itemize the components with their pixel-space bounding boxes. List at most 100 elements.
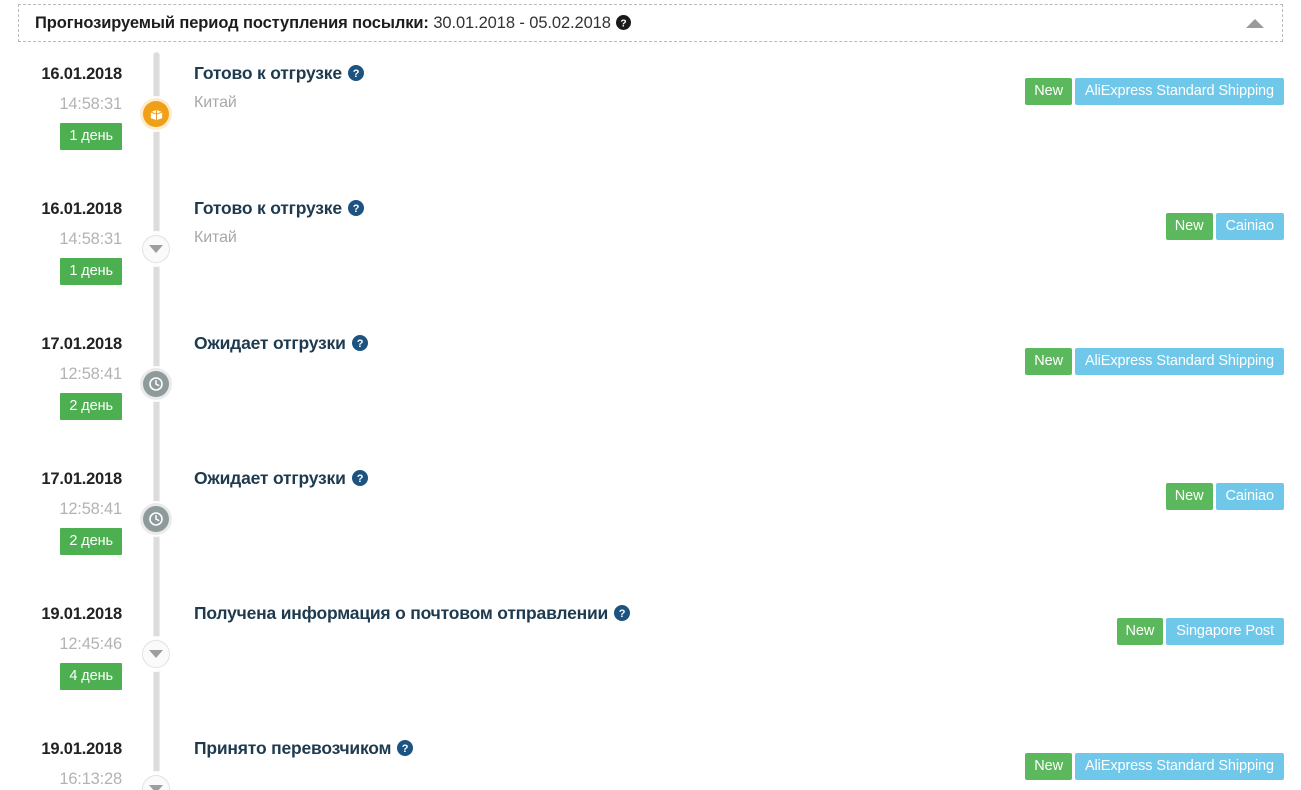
event-date: 16.01.2018 <box>41 200 122 218</box>
day-badge: 1 день <box>60 258 122 285</box>
event-status-column: Ожидает отгрузки? <box>194 467 368 498</box>
new-badge: New <box>1025 78 1072 105</box>
event-status-column: Получена информация о почтовом отправлен… <box>194 602 631 633</box>
svg-text:?: ? <box>619 608 626 620</box>
event-date-column: 16.01.2018 14:58:31 1 день <box>0 64 122 150</box>
event-tags: New AliExpress Standard Shipping <box>1025 78 1284 105</box>
tracking-timeline-page: Прогнозируемый период поступления посылк… <box>0 0 1301 790</box>
event-time: 12:58:41 <box>59 365 122 383</box>
event-tags: New Cainiao <box>1165 483 1284 510</box>
forecast-period-bar: Прогнозируемый период поступления посылк… <box>18 4 1283 42</box>
event-status-column: Готово к отгрузке? Китай <box>194 197 364 248</box>
timeline-node[interactable] <box>136 769 176 790</box>
help-circle-icon[interactable]: ? <box>347 199 364 216</box>
event-status-column: Принято перевозчиком? <box>194 737 414 759</box>
event-tags: New Cainiao <box>1165 213 1284 240</box>
day-badge: 4 день <box>60 663 122 690</box>
forecast-period-label: Прогнозируемый период поступления посылк… <box>35 13 429 32</box>
caret-down-icon <box>143 236 169 262</box>
timeline-row: 17.01.2018 12:58:41 2 день Ожидает отгру… <box>0 332 1301 469</box>
clock-icon <box>143 371 169 397</box>
clock-icon <box>143 506 169 532</box>
forecast-period-text: Прогнозируемый период поступления посылк… <box>35 14 631 33</box>
event-status: Ожидает отгрузки? <box>194 467 368 489</box>
caret-up-icon <box>1246 18 1264 28</box>
event-status: Ожидает отгрузки? <box>194 332 368 354</box>
day-badge: 1 день <box>60 123 122 150</box>
event-date-column: 19.01.2018 12:45:46 4 день <box>0 604 122 690</box>
new-badge: New <box>1025 348 1072 375</box>
event-date-column: 17.01.2018 12:58:41 2 день <box>0 334 122 420</box>
day-badge-wrap: 4 день <box>0 663 122 690</box>
event-status: Получена информация о почтовом отправлен… <box>194 602 631 624</box>
event-time: 14:58:31 <box>59 230 122 248</box>
event-time: 12:58:41 <box>59 500 122 518</box>
svg-text:?: ? <box>620 18 626 29</box>
timeline-node <box>136 499 176 539</box>
carrier-badge[interactable]: AliExpress Standard Shipping <box>1074 78 1284 105</box>
event-date: 19.01.2018 <box>41 740 122 758</box>
svg-text:?: ? <box>402 743 409 755</box>
new-badge: New <box>1165 483 1213 510</box>
day-badge-wrap: 1 день <box>0 258 122 285</box>
event-date-column: 16.01.2018 14:58:31 1 день <box>0 199 122 285</box>
timeline-node[interactable] <box>136 634 176 674</box>
event-time: 12:45:46 <box>59 635 122 653</box>
event-tags: New AliExpress Standard Shipping <box>1025 753 1284 780</box>
event-location: Китай <box>194 229 237 246</box>
event-tags: New Singapore Post <box>1116 618 1284 645</box>
day-badge: 2 день <box>60 393 122 420</box>
timeline-node <box>136 364 176 404</box>
event-status-text: Принято перевозчиком <box>194 738 392 758</box>
events-timeline: 16.01.2018 14:58:31 1 день Готово к отгр <box>0 52 1301 790</box>
event-time: 14:58:31 <box>59 95 122 113</box>
help-circle-icon[interactable]: ? <box>614 604 631 621</box>
day-badge: 2 день <box>60 528 122 555</box>
svg-text:?: ? <box>356 338 363 350</box>
event-status-text: Готово к отгрузке <box>194 63 342 83</box>
help-circle-icon[interactable]: ? <box>615 14 631 30</box>
timeline-row: 19.01.2018 16:13:28 Принято перевозчиком… <box>0 737 1301 790</box>
timeline-row: 16.01.2018 14:58:31 1 день Готово к отгр <box>0 62 1301 199</box>
collapse-toggle-button[interactable] <box>1242 10 1268 36</box>
day-badge-wrap: 2 день <box>0 393 122 420</box>
event-date: 17.01.2018 <box>41 335 122 353</box>
carrier-badge[interactable]: Cainiao <box>1215 483 1284 510</box>
carrier-badge[interactable]: Cainiao <box>1215 213 1284 240</box>
event-date: 17.01.2018 <box>41 470 122 488</box>
carrier-badge[interactable]: AliExpress Standard Shipping <box>1074 753 1284 780</box>
svg-text:?: ? <box>353 68 360 80</box>
event-status-text: Готово к отгрузке <box>194 198 342 218</box>
event-status-text: Получена информация о почтовом отправлен… <box>194 603 609 623</box>
new-badge: New <box>1165 213 1213 240</box>
event-status-column: Готово к отгрузке? Китай <box>194 62 364 113</box>
event-status: Готово к отгрузке? <box>194 62 364 84</box>
event-date: 16.01.2018 <box>41 65 122 83</box>
event-status-text: Ожидает отгрузки <box>194 468 346 488</box>
event-status: Готово к отгрузке? <box>194 197 364 219</box>
event-date-column: 19.01.2018 16:13:28 <box>0 739 122 789</box>
new-badge: New <box>1116 618 1164 645</box>
event-status-text: Ожидает отгрузки <box>194 333 346 353</box>
package-box-icon <box>143 101 169 127</box>
day-badge-wrap: 2 день <box>0 528 122 555</box>
carrier-badge[interactable]: AliExpress Standard Shipping <box>1074 348 1284 375</box>
help-circle-icon[interactable]: ? <box>347 64 364 81</box>
event-status-column: Ожидает отгрузки? <box>194 332 368 363</box>
event-time: 16:13:28 <box>59 770 122 788</box>
help-circle-icon[interactable]: ? <box>351 469 368 486</box>
caret-down-icon <box>143 641 169 667</box>
event-tags: New AliExpress Standard Shipping <box>1025 348 1284 375</box>
event-date: 19.01.2018 <box>41 605 122 623</box>
new-badge: New <box>1025 753 1072 780</box>
svg-text:?: ? <box>353 203 360 215</box>
help-circle-icon[interactable]: ? <box>351 334 368 351</box>
timeline-node[interactable] <box>136 229 176 269</box>
timeline-node <box>136 94 176 134</box>
timeline-row: 17.01.2018 12:58:41 2 день Ожидает отгру… <box>0 467 1301 604</box>
carrier-badge[interactable]: Singapore Post <box>1166 618 1284 645</box>
event-location: Китай <box>194 94 237 111</box>
help-circle-icon[interactable]: ? <box>397 739 414 756</box>
event-date-column: 17.01.2018 12:58:41 2 день <box>0 469 122 555</box>
forecast-period-value: 30.01.2018 - 05.02.2018 <box>433 13 611 32</box>
